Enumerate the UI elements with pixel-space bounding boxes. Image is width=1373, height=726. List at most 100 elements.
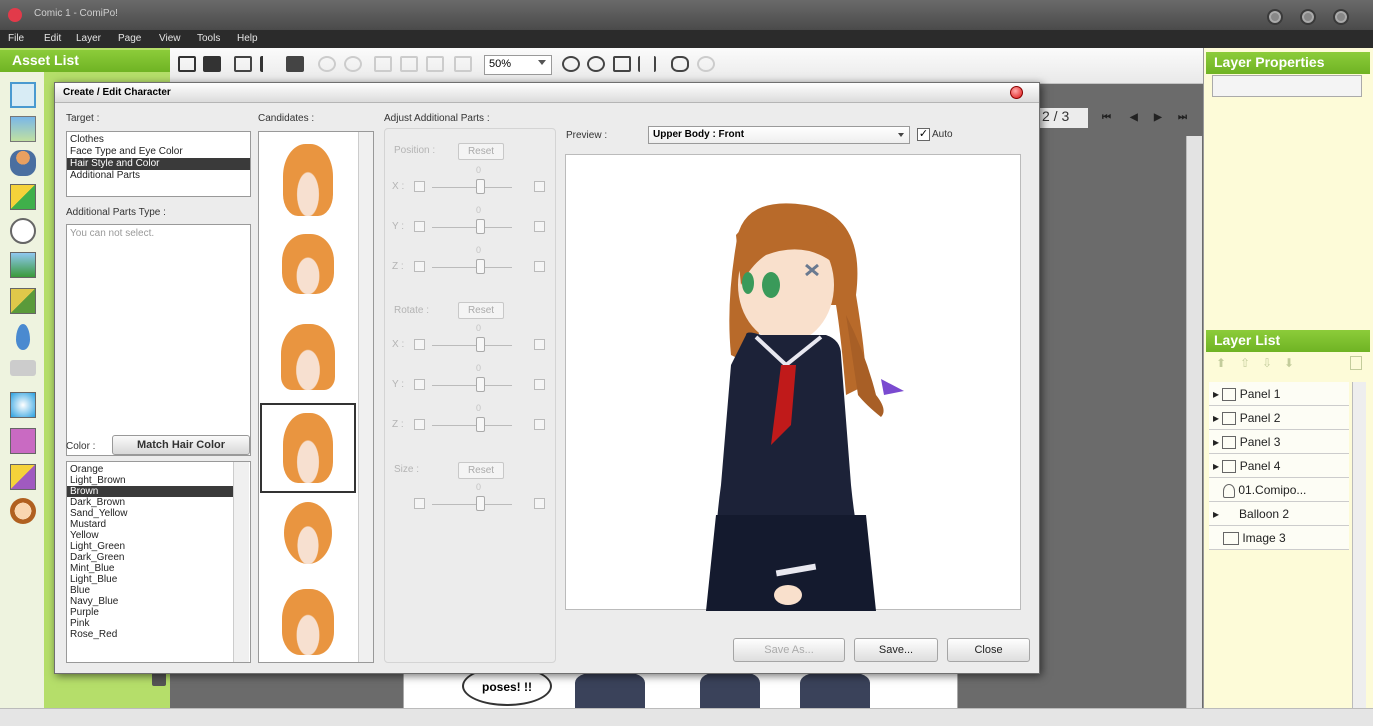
character-thumbnail[interactable] (575, 672, 645, 708)
move-top-icon[interactable]: ⬆ (1216, 356, 1226, 370)
undo-icon[interactable] (318, 56, 336, 72)
additional-parts-list[interactable] (66, 224, 251, 456)
prop-box-icon[interactable] (10, 184, 36, 210)
slider-thumb[interactable] (476, 377, 485, 392)
slider-thumb[interactable] (476, 179, 485, 194)
save-as-button[interactable]: Save As... (733, 638, 845, 662)
match-hair-color-button[interactable]: Match Hair Color (112, 435, 250, 455)
panel-layout-icon[interactable] (10, 82, 36, 108)
fit-page-icon[interactable] (613, 56, 631, 72)
decrement-button[interactable] (414, 221, 425, 232)
hair-candidate[interactable] (262, 140, 354, 226)
select-icon[interactable] (260, 56, 278, 72)
left-collapse-handle[interactable] (152, 672, 166, 686)
rotate-reset-button[interactable]: Reset (458, 302, 504, 319)
cut-icon[interactable] (374, 56, 392, 72)
color-list[interactable]: Orange Light_Brown Brown Dark_Brown Sand… (67, 462, 233, 662)
menu-page[interactable]: Page (118, 33, 141, 44)
minimize-button[interactable] (1267, 9, 1283, 25)
color-item[interactable]: Light_Green (67, 541, 233, 552)
background-icon[interactable] (10, 116, 36, 142)
layer-list-scrollbar[interactable] (1352, 382, 1366, 708)
slider-thumb[interactable] (476, 496, 485, 511)
next-page-button[interactable]: ▶ (1154, 112, 1162, 123)
slider-position-y[interactable]: Y : 0 (392, 205, 552, 235)
slider-thumb[interactable] (476, 219, 485, 234)
image-icon[interactable] (10, 252, 36, 278)
color-item[interactable]: Mustard (67, 519, 233, 530)
menu-file[interactable]: File (8, 33, 24, 44)
color-item[interactable]: Blue (67, 585, 233, 596)
color-item[interactable]: Mint_Blue (67, 563, 233, 574)
decrement-button[interactable] (414, 498, 425, 509)
character-pose-icon[interactable] (671, 56, 689, 72)
increment-button[interactable] (534, 261, 545, 272)
layer-item-character[interactable]: 01.Comipo... (1209, 478, 1349, 502)
target-item-hair[interactable]: Hair Style and Color (67, 158, 250, 170)
color-item[interactable]: Light_Brown (67, 475, 233, 486)
color-item[interactable]: Navy_Blue (67, 596, 233, 607)
color-item[interactable]: Sand_Yellow (67, 508, 233, 519)
layer-item-panel-2[interactable]: ▸ Panel 2 (1209, 406, 1349, 430)
settings-icon[interactable] (697, 56, 715, 72)
layer-item-panel-4[interactable]: ▸ Panel 4 (1209, 454, 1349, 478)
target-item-clothes[interactable]: Clothes (67, 134, 250, 146)
face-icon[interactable] (10, 498, 36, 524)
slider-thumb[interactable] (476, 337, 485, 352)
hair-candidate[interactable] (262, 228, 354, 314)
color-item[interactable]: Light_Blue (67, 574, 233, 585)
move-bottom-icon[interactable]: ⬇ (1284, 356, 1294, 370)
slider-thumb[interactable] (476, 417, 485, 432)
sound-effect-icon[interactable] (10, 360, 36, 376)
position-reset-button[interactable]: Reset (458, 143, 504, 160)
print-icon[interactable] (178, 56, 196, 72)
menu-help[interactable]: Help (237, 33, 258, 44)
increment-button[interactable] (534, 339, 545, 350)
increment-button[interactable] (534, 498, 545, 509)
layer-properties-field[interactable] (1212, 75, 1362, 97)
menu-tools[interactable]: Tools (197, 33, 220, 44)
color-item[interactable]: Brown (67, 486, 233, 497)
increment-button[interactable] (534, 181, 545, 192)
slider-position-z[interactable]: Z : 0 (392, 245, 552, 275)
target-item-face[interactable]: Face Type and Eye Color (67, 146, 250, 158)
maximize-button[interactable] (1300, 9, 1316, 25)
menu-edit[interactable]: Edit (44, 33, 61, 44)
menu-layer[interactable]: Layer (76, 33, 101, 44)
text-icon[interactable] (10, 428, 36, 454)
canvas-scrollbar[interactable] (1186, 136, 1202, 708)
first-page-button[interactable]: ⏮ (1102, 112, 1111, 123)
new-text-icon[interactable] (10, 464, 36, 490)
trash-icon[interactable] (1350, 356, 1362, 370)
color-item[interactable]: Dark_Brown (67, 497, 233, 508)
zoom-out-icon[interactable] (587, 56, 605, 72)
increment-button[interactable] (534, 419, 545, 430)
layer-item-panel-3[interactable]: ▸ Panel 3 (1209, 430, 1349, 454)
hair-candidate-selected[interactable] (260, 403, 356, 493)
copy-panel-icon[interactable] (234, 56, 252, 72)
menu-view[interactable]: View (159, 33, 181, 44)
layer-item-panel-1[interactable]: ▸ Panel 1 (1209, 382, 1349, 406)
close-button[interactable]: Close (947, 638, 1030, 662)
fit-width-icon[interactable] (638, 56, 656, 72)
speech-balloon-icon[interactable] (10, 218, 36, 244)
redo-icon[interactable] (344, 56, 362, 72)
decrement-button[interactable] (414, 261, 425, 272)
slider-rotate-z[interactable]: Z : 0 (392, 403, 552, 433)
color-item[interactable]: Purple (67, 607, 233, 618)
color-item[interactable]: Pink (67, 618, 233, 629)
delete-icon[interactable] (454, 56, 472, 72)
increment-button[interactable] (534, 221, 545, 232)
slider-thumb[interactable] (476, 259, 485, 274)
decrement-button[interactable] (414, 419, 425, 430)
slider-position-x[interactable]: X : 0 (392, 165, 552, 195)
effect-drop-icon[interactable] (16, 324, 30, 350)
save-button[interactable]: Save... (854, 638, 938, 662)
character-thumbnail[interactable] (700, 672, 760, 708)
slider-size[interactable]: 0 (392, 482, 552, 512)
target-item-additional[interactable]: Additional Parts (67, 170, 250, 182)
hair-candidate[interactable] (262, 498, 354, 584)
burst-effect-icon[interactable] (10, 392, 36, 418)
paste-icon[interactable] (426, 56, 444, 72)
slider-rotate-x[interactable]: X : 0 (392, 323, 552, 353)
